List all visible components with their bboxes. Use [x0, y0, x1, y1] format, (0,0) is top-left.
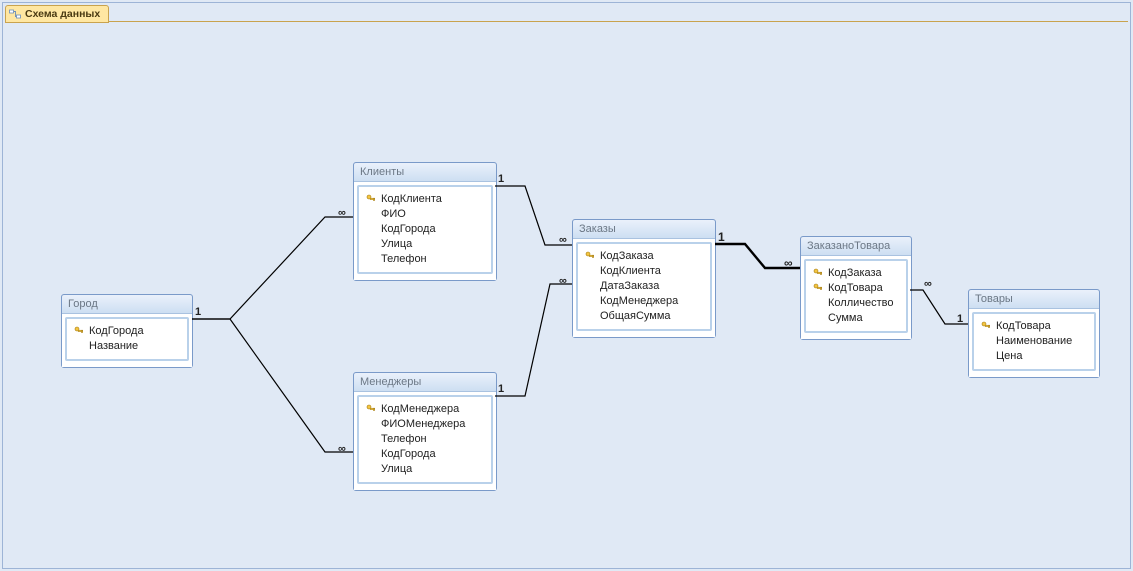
key-icon	[584, 251, 596, 261]
field-label: Телефон	[381, 433, 427, 445]
field-row[interactable]: КодКлиента	[584, 263, 704, 278]
field-row[interactable]: ДатаЗаказа	[584, 278, 704, 293]
field-label: ФИОМенеджера	[381, 418, 465, 430]
tab-strip	[5, 21, 1128, 22]
card-klienty-many: ∞	[338, 207, 346, 219]
tab-label: Схема данных	[25, 8, 100, 20]
table-title[interactable]: Менеджеры	[354, 373, 496, 392]
field-label: Улица	[381, 463, 412, 475]
card-gorod-one: 1	[195, 306, 201, 318]
key-icon	[73, 326, 85, 336]
field-row[interactable]: КодТовара	[980, 318, 1088, 333]
field-label: Название	[89, 340, 138, 352]
field-row[interactable]: КодКлиента	[365, 191, 485, 206]
field-label: Колличество	[828, 297, 894, 309]
field-row[interactable]: Улица	[365, 461, 485, 476]
table-title[interactable]: Товары	[969, 290, 1099, 309]
card-zakazy-one: 1	[718, 230, 725, 244]
field-row[interactable]: КодТовара	[812, 280, 900, 295]
table-menedzhery[interactable]: Менеджеры КодМенеджера ФИОМенеджера Теле…	[353, 372, 497, 491]
field-row[interactable]: Телефон	[365, 251, 485, 266]
card-tovary-one: 1	[957, 313, 963, 325]
field-row[interactable]: КодГорода	[365, 446, 485, 461]
field-label: КодГорода	[381, 223, 436, 235]
field-label: КодМенеджера	[381, 403, 459, 415]
field-row[interactable]: КодМенеджера	[365, 401, 485, 416]
field-label: КодГорода	[89, 325, 144, 337]
field-row[interactable]: ОбщаяСумма	[584, 308, 704, 323]
field-label: ОбщаяСумма	[600, 310, 671, 322]
field-row[interactable]: КодЗаказа	[812, 265, 900, 280]
diagram-canvas[interactable]: 1 ∞ ∞ 1 1 ∞ ∞ 1 ∞ ∞ 1 Город КодГорода На…	[5, 22, 1128, 566]
field-row[interactable]: ФИОМенеджера	[365, 416, 485, 431]
field-label: КодЗаказа	[828, 267, 882, 279]
table-zakazanotovara[interactable]: ЗаказаноТовара КодЗаказа КодТовара Колли…	[800, 236, 912, 340]
key-icon	[812, 283, 824, 293]
field-label: КодКлиента	[381, 193, 442, 205]
tab-schema[interactable]: Схема данных	[5, 5, 109, 23]
field-row[interactable]: ФИО	[365, 206, 485, 221]
key-icon	[980, 321, 992, 331]
key-icon	[812, 268, 824, 278]
field-row[interactable]: Название	[73, 338, 181, 353]
field-label: ДатаЗаказа	[600, 280, 659, 292]
key-icon	[365, 194, 377, 204]
field-row[interactable]: Телефон	[365, 431, 485, 446]
field-label: Телефон	[381, 253, 427, 265]
card-menedzhery-many: ∞	[338, 443, 346, 455]
field-label: КодТовара	[828, 282, 883, 294]
key-icon	[365, 404, 377, 414]
card-zakazanotovara-many2: ∞	[924, 278, 932, 290]
field-row[interactable]: Сумма	[812, 310, 900, 325]
field-label: Цена	[996, 350, 1022, 362]
table-title[interactable]: Заказы	[573, 220, 715, 239]
card-klienty-one: 1	[498, 173, 504, 185]
card-zakazy-many-bot: ∞	[559, 275, 567, 287]
card-menedzhery-one: 1	[498, 383, 504, 395]
table-zakazy[interactable]: Заказы КодЗаказа КодКлиента ДатаЗаказа К…	[572, 219, 716, 338]
field-label: КодГорода	[381, 448, 436, 460]
app-frame: Схема данных 1 ∞ ∞ 1 1 ∞ ∞ 1 ∞ ∞ 1	[2, 2, 1131, 569]
table-title[interactable]: Город	[62, 295, 192, 314]
field-label: Улица	[381, 238, 412, 250]
table-gorod[interactable]: Город КодГорода Название	[61, 294, 193, 368]
table-tovary[interactable]: Товары КодТовара Наименование Цена	[968, 289, 1100, 378]
table-klienty[interactable]: Клиенты КодКлиента ФИО КодГорода Улица Т…	[353, 162, 497, 281]
field-row[interactable]: Цена	[980, 348, 1088, 363]
card-zakazanotovara-many: ∞	[784, 256, 793, 270]
relationships-icon	[9, 8, 21, 20]
field-row[interactable]: КодГорода	[365, 221, 485, 236]
field-row[interactable]: КодГорода	[73, 323, 181, 338]
table-title[interactable]: Клиенты	[354, 163, 496, 182]
field-label: ФИО	[381, 208, 406, 220]
card-zakazy-many-top: ∞	[559, 234, 567, 246]
field-label: Сумма	[828, 312, 863, 324]
field-label: КодМенеджера	[600, 295, 678, 307]
field-row[interactable]: Улица	[365, 236, 485, 251]
field-label: Наименование	[996, 335, 1072, 347]
field-row[interactable]: Наименование	[980, 333, 1088, 348]
table-title[interactable]: ЗаказаноТовара	[801, 237, 911, 256]
field-row[interactable]: КодМенеджера	[584, 293, 704, 308]
field-label: КодЗаказа	[600, 250, 654, 262]
field-row[interactable]: Колличество	[812, 295, 900, 310]
field-label: КодКлиента	[600, 265, 661, 277]
field-label: КодТовара	[996, 320, 1051, 332]
field-row[interactable]: КодЗаказа	[584, 248, 704, 263]
